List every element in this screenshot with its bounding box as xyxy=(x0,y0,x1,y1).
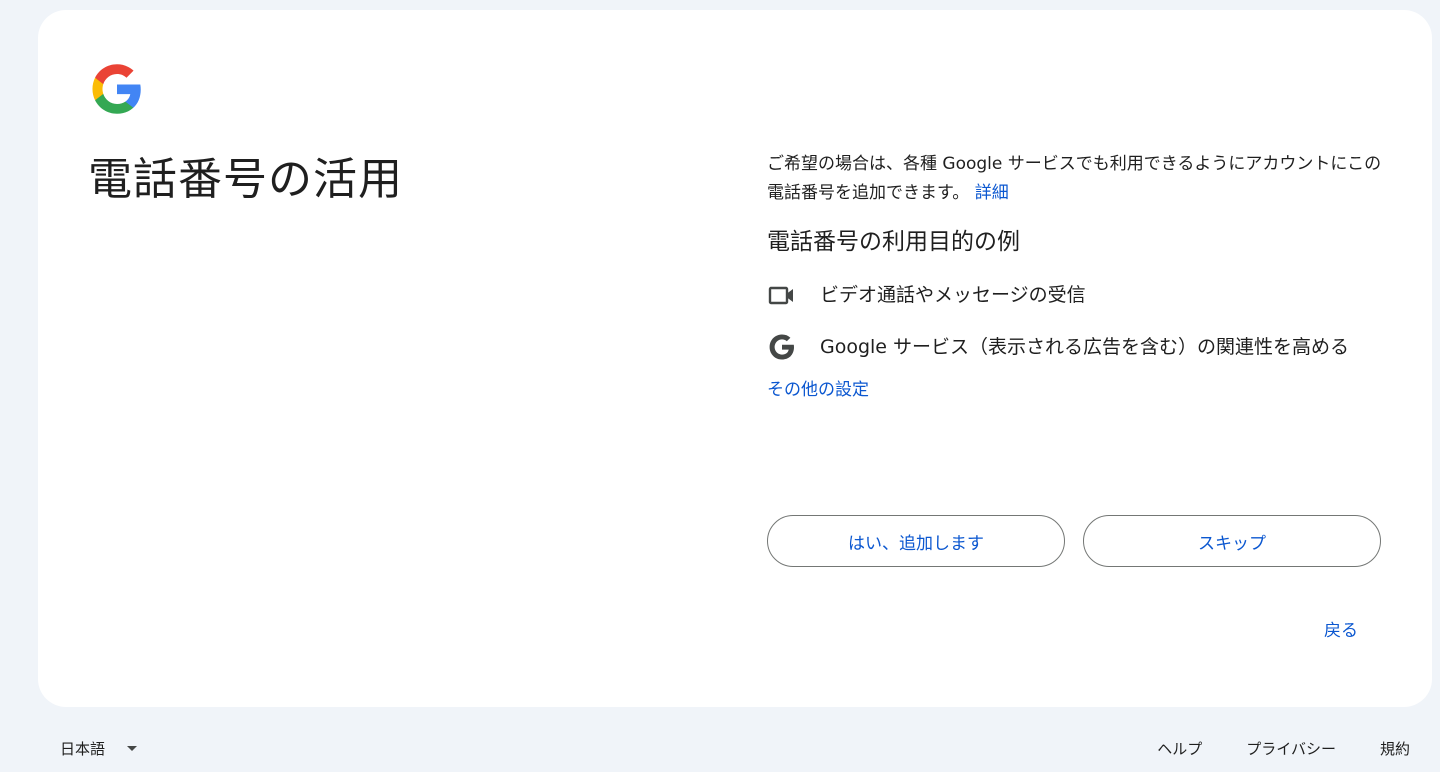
back-link[interactable]: 戻る xyxy=(1324,618,1358,644)
details-link[interactable]: 詳細 xyxy=(975,183,1009,203)
google-logo-icon xyxy=(92,64,141,114)
terms-link[interactable]: 規約 xyxy=(1380,738,1410,759)
video-camera-icon xyxy=(768,286,793,305)
footer: 日本語 ヘルプ プライバシー 規約 xyxy=(0,730,1440,770)
google-g-icon xyxy=(769,334,794,360)
language-label: 日本語 xyxy=(60,740,106,758)
feature-text: ビデオ通話やメッセージの受信 xyxy=(820,284,1086,306)
content-column: ご希望の場合は、各種 Google サービスでも利用できるようにアカウントにこの… xyxy=(767,150,1387,404)
examples-heading: 電話番号の利用目的の例 xyxy=(767,229,1020,255)
feature-item: Google サービス（表示される広告を含む）の関連性を高める xyxy=(767,332,1387,362)
help-link[interactable]: ヘルプ xyxy=(1157,738,1202,759)
description: ご希望の場合は、各種 Google サービスでも利用できるようにアカウントにこの… xyxy=(767,150,1387,208)
feature-text: Google サービス（表示される広告を含む）の関連性を高める xyxy=(820,336,1350,358)
chevron-down-icon xyxy=(127,746,138,751)
yes-add-button[interactable]: はい、追加します xyxy=(767,515,1065,567)
skip-button[interactable]: スキップ xyxy=(1083,515,1381,567)
privacy-link[interactable]: プライバシー xyxy=(1246,738,1336,759)
more-settings-link[interactable]: その他の設定 xyxy=(767,376,869,404)
feature-item: ビデオ通話やメッセージの受信 xyxy=(767,280,1387,310)
description-text: ご希望の場合は、各種 Google サービスでも利用できるようにアカウントにこの… xyxy=(767,154,1382,203)
main-card: 電話番号の活用 ご希望の場合は、各種 Google サービスでも利用できるように… xyxy=(38,10,1432,707)
footer-links: ヘルプ プライバシー 規約 xyxy=(1113,738,1410,759)
page-title: 電話番号の活用 xyxy=(88,154,403,205)
language-selector[interactable]: 日本語 xyxy=(60,738,138,759)
